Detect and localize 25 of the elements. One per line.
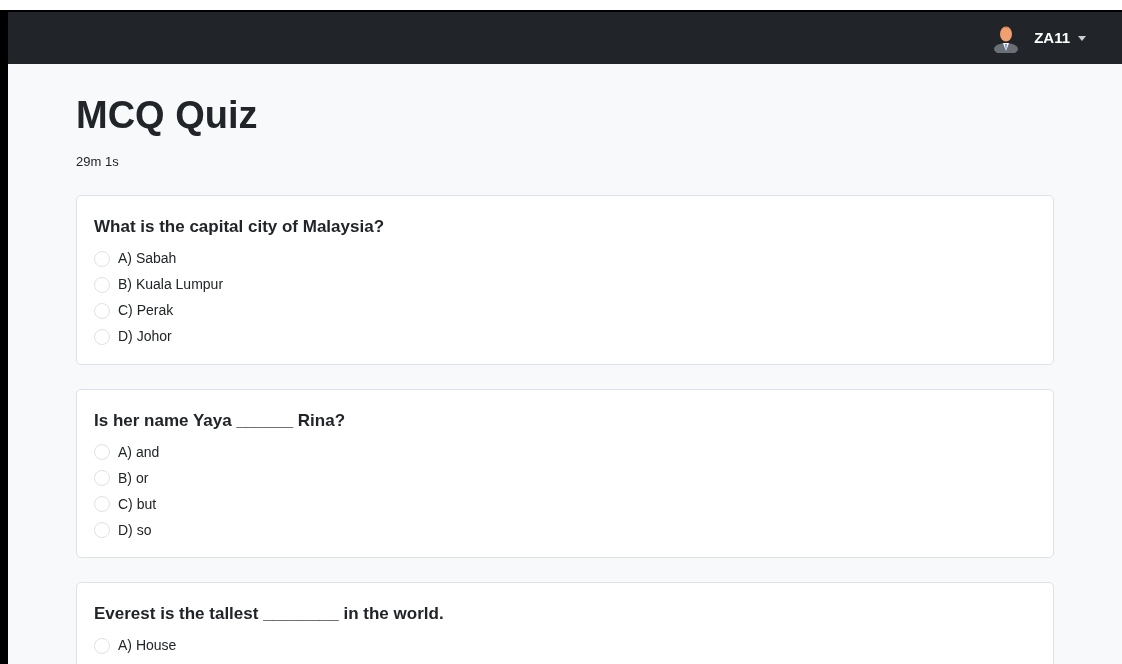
question-text: Everest is the tallest ________ in the world. <box>94 603 445 625</box>
radio-button[interactable] <box>94 444 110 460</box>
radio-button[interactable] <box>94 328 110 345</box>
radio-button[interactable] <box>94 637 110 654</box>
option-label: A) and <box>118 442 160 462</box>
page-title: MCQ Quiz <box>76 93 259 138</box>
radio-button[interactable] <box>94 250 110 267</box>
option-label: C) but <box>118 494 157 514</box>
radio-button[interactable] <box>94 302 110 319</box>
quiz-timer: 29m 1s <box>76 152 120 171</box>
radio-button[interactable] <box>94 522 110 538</box>
option-label: D) Johor <box>118 327 172 346</box>
option-label: C) Perak <box>118 301 174 320</box>
option-label: A) Sabah <box>118 249 177 268</box>
option-label: A) House <box>118 636 177 655</box>
option-label: B) Kuala Lumpur <box>118 275 224 294</box>
radio-button[interactable] <box>94 470 110 486</box>
radio-button[interactable] <box>94 276 110 293</box>
option-label: D) so <box>118 520 152 540</box>
radio-button[interactable] <box>94 496 110 512</box>
question-text: Is her name Yaya ______ Rina? <box>94 409 347 432</box>
option-label: B) or <box>118 468 149 488</box>
caret-icon <box>1078 35 1086 41</box>
question-text: What is the capital city of Malaysia? <box>94 216 386 238</box>
user-menu-button[interactable]: ZA11 <box>1034 26 1086 50</box>
